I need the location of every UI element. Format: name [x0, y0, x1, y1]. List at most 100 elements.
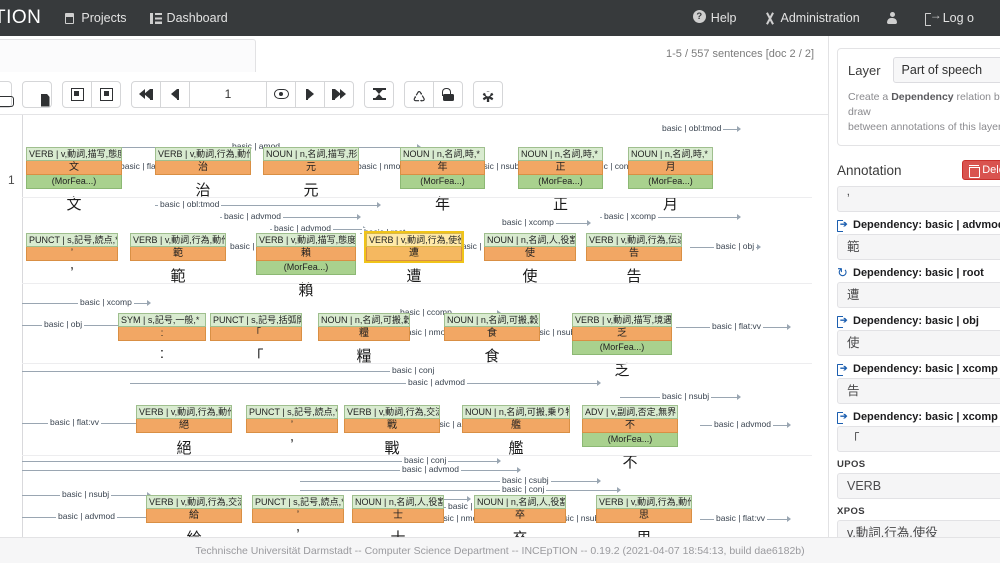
- annotation-token[interactable]: VERB | v,動詞,行為,使役遭遭: [366, 233, 462, 285]
- annotation-token[interactable]: NOUN | n,名詞,可搬,穀食食食: [444, 313, 540, 365]
- annotation-token[interactable]: PUNCT | s,記号,読点,* ʼ ʼ: [252, 495, 344, 537]
- upos-input[interactable]: VERB: [837, 473, 1000, 499]
- dependency-value-input[interactable]: 「: [837, 426, 1000, 452]
- nav-item-logout[interactable]: Log o: [924, 9, 974, 26]
- token-lemma-label[interactable]: 年: [400, 161, 485, 175]
- token-lemma-label[interactable]: 卒: [474, 509, 566, 523]
- dependency-arc-label[interactable]: basic | conj: [390, 366, 437, 375]
- token-lemma-label[interactable]: 「: [210, 327, 302, 341]
- annotation-token[interactable]: VERB | v,動詞,描写,態度賴 (MorFea...) 賴: [256, 233, 356, 299]
- dependency-value-input[interactable]: 使: [837, 330, 1000, 356]
- nav-item-administration[interactable]: Administration: [763, 11, 860, 25]
- token-pos-label[interactable]: VERB | v,動詞,行為,交流: [146, 495, 242, 509]
- dependency-value-input[interactable]: 告: [837, 378, 1000, 404]
- dependency-arc-label[interactable]: basic | obj: [42, 320, 85, 329]
- nav-item-help[interactable]: Help: [692, 9, 737, 25]
- token-surface-text[interactable]: 思: [596, 527, 692, 537]
- nav-item-projects[interactable]: Projects: [63, 11, 127, 25]
- dependency-arc-label[interactable]: basic | xcomp: [78, 298, 134, 307]
- annotation-row[interactable]: basic | xcomp basic | obj basic | ccomp bas…: [0, 285, 812, 379]
- annotation-token[interactable]: VERB | v,動詞,描写,境遇乏 (MorFea...) 乏: [572, 313, 672, 379]
- dependency-arc-label[interactable]: basic | advmod: [56, 512, 118, 521]
- annotation-token[interactable]: VERB | v,動詞,行為,動作範範: [130, 233, 226, 285]
- recycle-button[interactable]: [404, 80, 434, 108]
- token-pos-label[interactable]: NOUN | n,名詞,可搬,穀食: [318, 313, 410, 327]
- token-morph-label[interactable]: (MorFea...): [26, 175, 122, 189]
- token-pos-label[interactable]: VERB | v,動詞,行為,動作: [596, 495, 692, 509]
- dependency-arc-label[interactable]: basic | advmod: [712, 420, 774, 429]
- token-pos-label[interactable]: PUNCT | s,記号,読点,*: [26, 233, 118, 247]
- dependency-arc-label[interactable]: basic | advmod: [406, 378, 468, 387]
- token-lemma-label[interactable]: 給: [146, 509, 242, 523]
- nav-item-user[interactable]: [886, 11, 899, 25]
- dependency-arc[interactable]: [300, 481, 600, 482]
- annotation-token[interactable]: VERB | v,動詞,行為,伝達告告: [586, 233, 682, 285]
- annotation-token[interactable]: NOUN | n,名詞,人,役割卒卒: [474, 495, 566, 537]
- dependency-arc-label[interactable]: basic | xcomp: [602, 212, 658, 221]
- token-pos-label[interactable]: NOUN | n,名詞,描写,形質: [263, 147, 359, 161]
- layer-select[interactable]: Part of speech: [892, 57, 1000, 83]
- dependency-value-input[interactable]: 遭: [837, 282, 1000, 308]
- token-pos-label[interactable]: SYM | s,記号,一般,*: [118, 313, 206, 327]
- token-morph-label[interactable]: (MorFea...): [256, 261, 356, 275]
- token-pos-label[interactable]: NOUN | n,名詞,時,*: [628, 147, 713, 161]
- token-lemma-label[interactable]: ʼ: [246, 419, 338, 433]
- token-surface-text[interactable]: :: [118, 345, 206, 362]
- token-lemma-label[interactable]: :: [118, 327, 206, 341]
- next-page-button[interactable]: [91, 80, 121, 108]
- dependency-value-input[interactable]: 範: [837, 234, 1000, 260]
- dependency-arc-label[interactable]: basic | nsubj: [60, 490, 112, 499]
- token-surface-text[interactable]: ʼ: [252, 527, 344, 537]
- annotation-token[interactable]: NOUN | n,名詞,可搬,乗り物艦艦: [462, 405, 570, 457]
- token-lemma-label[interactable]: 士: [352, 509, 444, 523]
- settings-button[interactable]: [473, 80, 503, 108]
- annotation-token[interactable]: NOUN | n,名詞,描写,形質元元: [263, 147, 359, 199]
- token-surface-text[interactable]: 給: [146, 527, 242, 537]
- token-lemma-label[interactable]: 範: [130, 247, 226, 261]
- token-pos-label[interactable]: NOUN | n,名詞,時,*: [400, 147, 485, 161]
- delete-button[interactable]: Delete: [962, 160, 1000, 180]
- first-sentence-button[interactable]: [131, 80, 161, 108]
- dependency-arc-label[interactable]: basic | advmod: [400, 465, 462, 474]
- token-lemma-label[interactable]: 月: [628, 161, 713, 175]
- token-lemma-label[interactable]: 艦: [462, 419, 570, 433]
- token-lemma-label[interactable]: 告: [586, 247, 682, 261]
- token-lemma-label[interactable]: 文: [26, 161, 122, 175]
- token-pos-label[interactable]: ADV | v,副詞,否定,無界: [582, 405, 678, 419]
- token-morph-label[interactable]: (MorFea...): [400, 175, 485, 189]
- annotation-token[interactable]: PUNCT | s,記号,括弧開,* 「「: [210, 313, 302, 365]
- token-lemma-label[interactable]: 元: [263, 161, 359, 175]
- annotation-token[interactable]: SYM | s,記号,一般,*::: [118, 313, 206, 362]
- annotation-token[interactable]: NOUN | n,名詞,時,* 年 (MorFea...) 年: [400, 147, 485, 213]
- token-pos-label[interactable]: NOUN | n,名詞,人,役割: [474, 495, 566, 509]
- token-pos-label[interactable]: VERB | v,動詞,行為,動作: [155, 147, 251, 161]
- annotation-row[interactable]: 1 basic | obl:tmod basic | amod basic | fla…: [0, 123, 812, 213]
- token-pos-label[interactable]: NOUN | n,名詞,時,*: [518, 147, 603, 161]
- dependency-arc-label[interactable]: basic | flat:vv: [48, 418, 101, 427]
- annotation-canvas[interactable]: 1 basic | obl:tmod basic | amod basic | fla…: [0, 115, 812, 537]
- token-pos-label[interactable]: NOUN | n,名詞,人,役割: [352, 495, 444, 509]
- token-pos-label[interactable]: VERB | v,動詞,行為,動作: [130, 233, 226, 247]
- token-lemma-label[interactable]: 遭: [366, 247, 462, 261]
- annotation-token[interactable]: VERB | v,動詞,行為,動作絕絕: [136, 405, 232, 457]
- token-pos-label[interactable]: PUNCT | s,記号,括弧開,*: [210, 313, 302, 327]
- token-lemma-label[interactable]: 絕: [136, 419, 232, 433]
- dependency-arc[interactable]: [130, 383, 600, 384]
- document-tab[interactable]: [0, 39, 256, 72]
- dependency-arc[interactable]: [300, 490, 620, 491]
- annotation-row[interactable]: basic | conj basic | advmod basic | csubj b…: [0, 456, 812, 537]
- token-pos-label[interactable]: VERB | v,動詞,描写,態度: [256, 233, 356, 247]
- token-pos-label[interactable]: VERB | v,動詞,行為,交流: [344, 405, 440, 419]
- token-pos-label[interactable]: NOUN | n,名詞,可搬,穀食: [444, 313, 540, 327]
- annotation-token[interactable]: ADV | v,副詞,否定,無界不 (MorFea...) 不: [582, 405, 678, 471]
- token-pos-label[interactable]: VERB | v,動詞,行為,動作: [136, 405, 232, 419]
- token-morph-label[interactable]: (MorFea...): [518, 175, 603, 189]
- annotation-row[interactable]: basic | conj basic | advmod basic | flat:v…: [0, 365, 812, 471]
- token-pos-label[interactable]: VERB | v,動詞,行為,伝達: [586, 233, 682, 247]
- last-sentence-button[interactable]: [324, 80, 354, 108]
- annotation-token[interactable]: PUNCT | s,記号,読点,* ʼ ʼ: [26, 233, 118, 282]
- annotation-token[interactable]: NOUN | n,名詞,人,役割士士: [352, 495, 444, 537]
- annotation-token[interactable]: NOUN | n,名詞,人,役割使使: [484, 233, 576, 285]
- toggle-visibility-button[interactable]: [266, 80, 296, 108]
- xpos-input[interactable]: v,動詞,行為,使役: [837, 520, 1000, 537]
